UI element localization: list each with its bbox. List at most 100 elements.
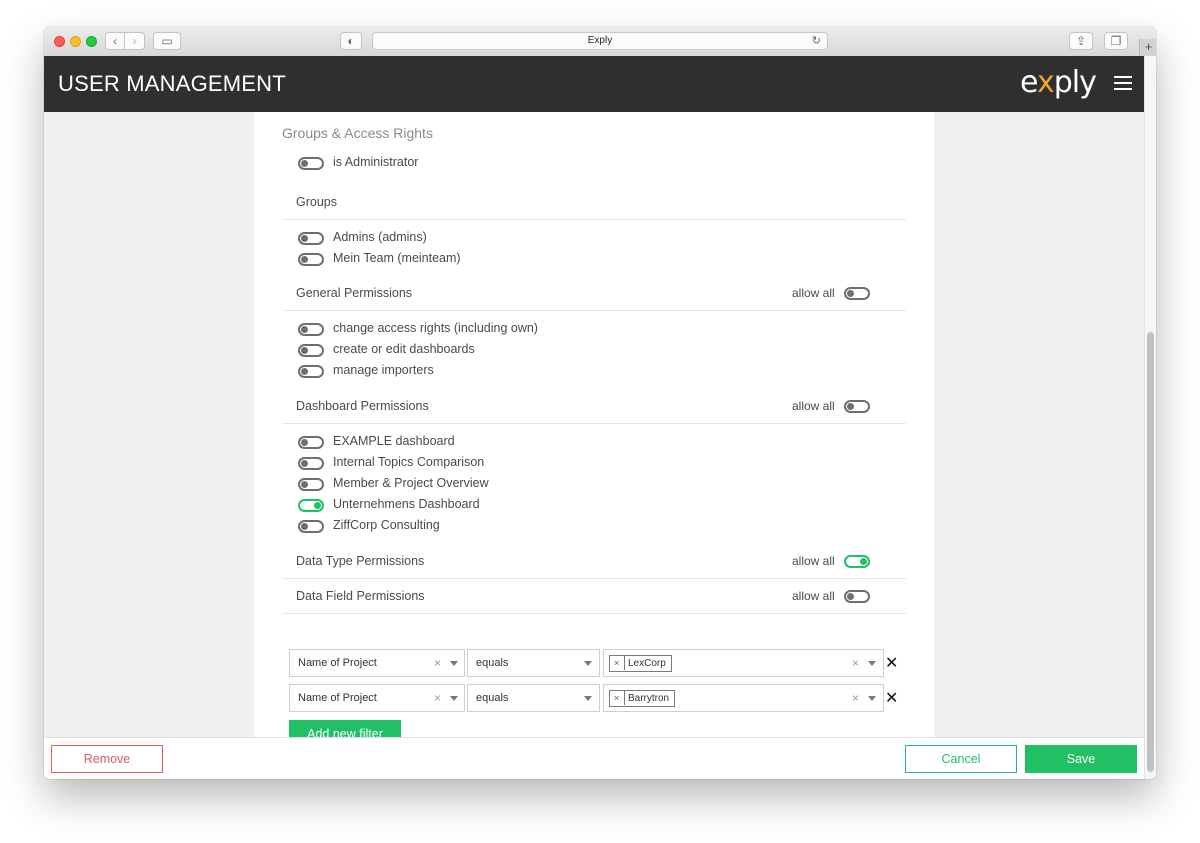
general-allow-all-toggle[interactable]	[844, 287, 870, 300]
clear-icon[interactable]: ×	[434, 691, 441, 705]
remove-filter-icon[interactable]: ✕	[885, 653, 898, 673]
exply-logo: exply	[1020, 65, 1097, 100]
page-scrollbar[interactable]	[1144, 56, 1156, 779]
chevron-down-icon[interactable]	[450, 696, 458, 701]
dashboard-allow-all-toggle[interactable]	[844, 400, 870, 413]
manage-importers-toggle[interactable]	[298, 365, 324, 378]
allow-all-control: allow all	[792, 286, 882, 302]
group-admins-toggle[interactable]	[298, 232, 324, 245]
app-header: USER MANAGEMENT exply	[44, 56, 1144, 112]
forward-button[interactable]: ›	[125, 32, 145, 50]
chevron-down-icon[interactable]	[584, 696, 592, 701]
allow-all-control: allow all	[792, 589, 882, 605]
operator-select[interactable]: equals	[467, 684, 600, 712]
plus-icon: +	[1144, 39, 1153, 54]
save-button[interactable]: Save	[1025, 745, 1137, 773]
toggle-label: Admins (admins)	[333, 230, 427, 244]
chevron-left-icon: ‹	[113, 34, 117, 48]
field-select[interactable]: Name of Project ×	[289, 684, 465, 712]
toggle-label: Unternehmens Dashboard	[333, 497, 480, 511]
chevron-right-icon: ›	[132, 34, 137, 48]
dashboard-item: EXAMPLE dashboard	[298, 434, 698, 452]
minimize-window-button[interactable]	[70, 36, 81, 47]
hamburger-menu-icon[interactable]	[1114, 76, 1132, 90]
allow-all-label: allow all	[792, 589, 835, 603]
chevron-down-icon[interactable]	[584, 661, 592, 666]
toggle-label: EXAMPLE dashboard	[333, 434, 455, 448]
scrollbar-thumb[interactable]	[1147, 332, 1154, 772]
group-item: Admins (admins)	[298, 230, 698, 248]
share-icon: ⇪	[1075, 34, 1087, 48]
internal-topics-toggle[interactable]	[298, 457, 324, 470]
subsection-title: Groups	[296, 195, 337, 209]
page-title: USER MANAGEMENT	[58, 71, 286, 96]
tabs-icon: ❐	[1110, 34, 1122, 48]
footer-bar: Remove Cancel Save	[44, 737, 1144, 779]
tab-overview-button[interactable]: ❐	[1104, 32, 1128, 50]
permission-item: manage importers	[298, 363, 698, 381]
filter-row: Name of Project × equals × LexCorp × ✕	[289, 649, 899, 677]
back-button[interactable]: ‹	[105, 32, 125, 50]
data-type-permissions-header: Data Type Permissions allow all	[282, 546, 906, 579]
dashboard-item: Unternehmens Dashboard	[298, 497, 698, 515]
allow-all-control: allow all	[792, 399, 882, 415]
clear-icon[interactable]: ×	[852, 656, 859, 670]
address-text: Exply	[587, 35, 613, 46]
section-title: Groups & Access Rights	[282, 125, 433, 141]
tag-remove-icon[interactable]: ×	[614, 655, 626, 671]
toggle-label: Internal Topics Comparison	[333, 455, 485, 469]
data-field-allow-all-toggle[interactable]	[844, 590, 870, 603]
dashboard-permissions-header: Dashboard Permissions allow all	[282, 391, 906, 424]
new-tab-button[interactable]: +	[1139, 39, 1156, 56]
allow-all-label: allow all	[792, 554, 835, 568]
permission-item: change access rights (including own)	[298, 321, 698, 339]
clear-icon[interactable]: ×	[434, 656, 441, 670]
member-project-toggle[interactable]	[298, 478, 324, 491]
browser-toolbar: ‹ › ▭ ◐ Exply ↻ ⇪ ❐ +	[44, 27, 1156, 57]
ziffcorp-toggle[interactable]	[298, 520, 324, 533]
value-multiselect[interactable]: × LexCorp ×	[603, 649, 884, 677]
toggle-label: Member & Project Overview	[333, 476, 489, 490]
remove-button[interactable]: Remove	[51, 745, 163, 773]
groups-header: Groups	[282, 187, 906, 220]
reload-icon[interactable]: ↻	[812, 33, 821, 49]
example-dashboard-toggle[interactable]	[298, 436, 324, 449]
sidebar-icon: ▭	[161, 34, 173, 48]
operator-select[interactable]: equals	[467, 649, 600, 677]
toggle-label: create or edit dashboards	[333, 342, 475, 356]
chevron-down-icon[interactable]	[868, 696, 876, 701]
chevron-down-icon[interactable]	[450, 661, 458, 666]
dashboard-item: Member & Project Overview	[298, 476, 698, 494]
value-tag: × LexCorp	[609, 655, 672, 672]
toggle-label: ZiffCorp Consulting	[333, 518, 440, 532]
tag-remove-icon[interactable]: ×	[614, 690, 626, 706]
subsection-title: General Permissions	[296, 286, 413, 300]
chevron-down-icon[interactable]	[868, 661, 876, 666]
privacy-report-button[interactable]: ◐	[340, 32, 362, 50]
change-access-rights-toggle[interactable]	[298, 323, 324, 336]
address-bar[interactable]: Exply ↻	[372, 32, 828, 50]
general-permissions-header: General Permissions allow all	[282, 278, 906, 311]
cancel-button[interactable]: Cancel	[905, 745, 1017, 773]
filter-row: Name of Project × equals × Barrytron × ✕	[289, 684, 899, 712]
value-tag: × Barrytron	[609, 690, 676, 707]
value-multiselect[interactable]: × Barrytron ×	[603, 684, 884, 712]
sidebar-toggle-button[interactable]: ▭	[153, 32, 181, 50]
field-value: Name of Project	[298, 657, 377, 669]
allow-all-control: allow all	[792, 554, 882, 570]
toggle-label: manage importers	[333, 363, 434, 377]
operator-value: equals	[476, 657, 509, 669]
zoom-window-button[interactable]	[86, 36, 97, 47]
operator-value: equals	[476, 692, 509, 704]
field-select[interactable]: Name of Project ×	[289, 649, 465, 677]
close-window-button[interactable]	[54, 36, 65, 47]
data-type-allow-all-toggle[interactable]	[844, 555, 870, 568]
group-meinteam-toggle[interactable]	[298, 253, 324, 266]
share-button[interactable]: ⇪	[1069, 32, 1093, 50]
remove-filter-icon[interactable]: ✕	[885, 688, 898, 708]
unternehmens-dashboard-toggle[interactable]	[298, 499, 324, 512]
clear-icon[interactable]: ×	[852, 691, 859, 705]
is-administrator-toggle[interactable]	[298, 157, 324, 170]
edit-dashboards-toggle[interactable]	[298, 344, 324, 357]
tag-label: Barrytron	[628, 693, 670, 704]
